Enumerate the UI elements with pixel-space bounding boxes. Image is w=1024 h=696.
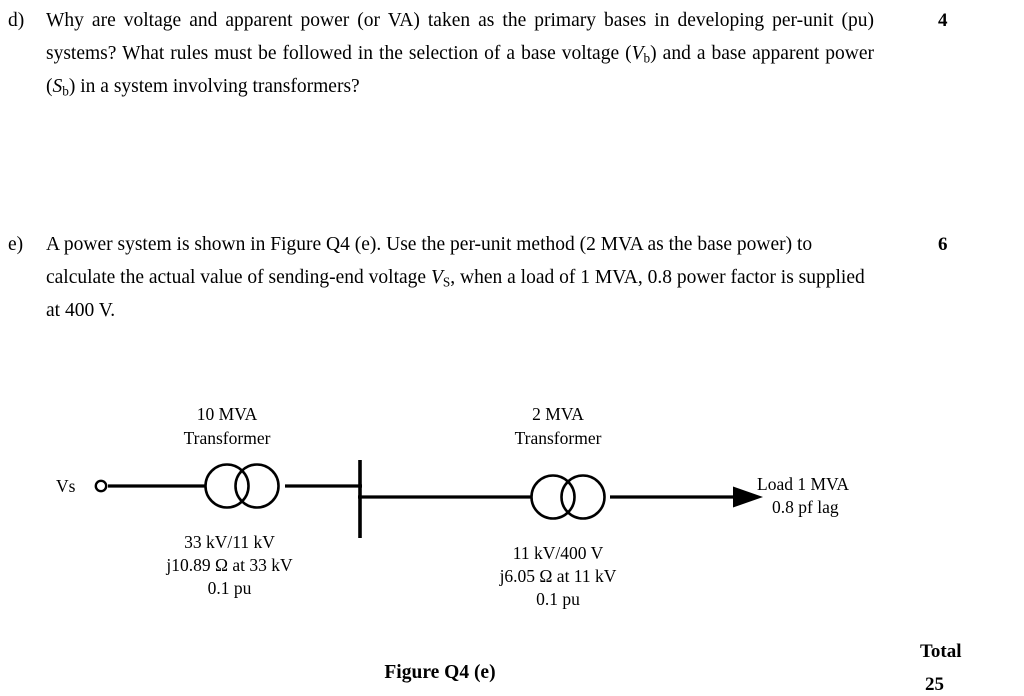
source-terminal-node (94, 479, 108, 493)
transformer-2-winding-secondary (560, 474, 606, 520)
load-power-factor: 0.8 pf lag (772, 497, 839, 517)
transformer-1-rating: 10 MVA (196, 404, 258, 424)
marks-question-d: 4 (938, 10, 948, 31)
symbol-vs-base: V (430, 267, 443, 288)
transformer-1-ratio: 33 kV/11 kV (184, 532, 275, 552)
transformer-1-impedance: j10.89 Ω at 33 kV (166, 555, 293, 575)
question-d-text: Why are voltage and apparent power (or V… (46, 4, 874, 103)
marks-question-e: 6 (938, 234, 948, 255)
symbol-vb: Vb (631, 43, 651, 65)
transformer-2-rating: 2 MVA (532, 404, 584, 424)
source-label: Vs (56, 476, 76, 496)
transformer-2-type: Transformer (514, 428, 602, 448)
question-e-paragraph: A power system is shown in Figure Q4 (e)… (46, 228, 874, 327)
symbol-sb-base: S (52, 76, 63, 97)
total-label: Total (920, 641, 962, 662)
transformer-2-pu: 0.1 pu (536, 589, 580, 609)
load-rating: Load 1 MVA (757, 474, 850, 494)
transformer-2-ratio: 11 kV/400 V (512, 543, 604, 563)
question-e: e) A power system is shown in Figure Q4 … (8, 228, 888, 327)
transformer-2-symbol (530, 474, 606, 520)
transformer-1-pu: 0.1 pu (207, 578, 252, 598)
symbol-sb: Sb (52, 76, 69, 99)
question-e-text: A power system is shown in Figure Q4 (e)… (46, 228, 874, 327)
transformer-1-type: Transformer (183, 428, 271, 448)
symbol-vs: VS (430, 267, 450, 289)
figure-caption: Figure Q4 (e) (384, 662, 496, 683)
transformer-1-symbol (204, 463, 280, 509)
question-d-paragraph: Why are voltage and apparent power (or V… (46, 4, 874, 103)
power-system-diagram: Vs 10 MVA Transformer 33 kV/11 kV j10.89… (0, 390, 1024, 620)
symbol-sb-subscript: b (62, 83, 69, 99)
question-d-text-part-3: ) in a system involving transformers? (68, 76, 360, 97)
question-d-label: d) (8, 10, 25, 31)
symbol-vb-base: V (631, 43, 644, 64)
transformer-1-winding-secondary (234, 463, 280, 509)
question-e-label: e) (8, 234, 24, 255)
question-d: d) Why are voltage and apparent power (o… (8, 4, 888, 103)
transformer-2-impedance: j6.05 Ω at 11 kV (499, 566, 617, 586)
